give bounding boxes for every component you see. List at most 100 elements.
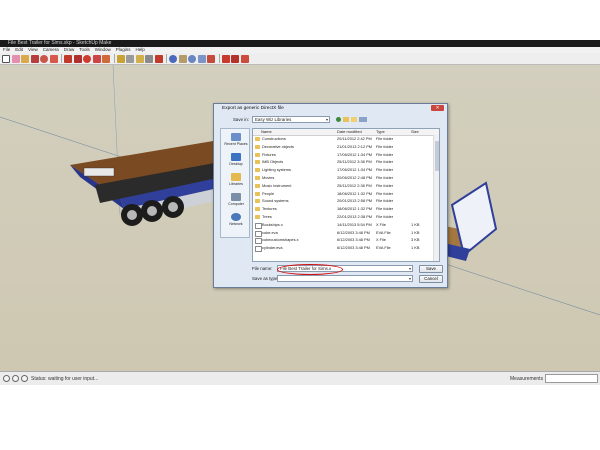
date-cell: 21/01/2013 2:12 PM: [337, 143, 373, 149]
nav-toolbar: [336, 116, 376, 123]
warehouse-icon[interactable]: [221, 54, 230, 63]
zoom-extents-icon[interactable]: [207, 54, 215, 63]
save-button[interactable]: Save: [419, 265, 443, 273]
file-row[interactable]: Movies 20/06/2012 2:48 PM File folder: [253, 175, 433, 181]
file-row[interactable]: Lighting systems 17/06/2012 1:34 PM File f…: [253, 167, 433, 173]
column-name[interactable]: Name: [261, 129, 272, 135]
zoom-window-icon[interactable]: [197, 54, 206, 63]
file-name-cell: Constructions: [262, 136, 286, 141]
date-cell: 17/06/2012 1:34 PM: [337, 167, 373, 173]
date-cell: 20/01/2013 2:58 PM: [337, 198, 373, 204]
save-type-select[interactable]: ▾: [277, 275, 413, 282]
credits-icon[interactable]: [12, 375, 19, 382]
file-row[interactable]: Constructions 20/11/2012 2:42 PM File fold…: [253, 136, 433, 142]
pushpull-icon[interactable]: [64, 54, 72, 63]
file-row[interactable]: People 18/06/2012 1:32 PM File folder: [253, 191, 433, 197]
column-type[interactable]: Type: [376, 129, 385, 135]
chevron-down-icon: ▾: [408, 266, 411, 271]
dimension-icon[interactable]: [126, 54, 134, 63]
pencil-icon[interactable]: [21, 54, 29, 63]
date-cell: 17/06/2012 1:34 PM: [337, 151, 373, 157]
shape-icon[interactable]: [49, 54, 58, 63]
folder-icon: [255, 215, 260, 219]
text-icon[interactable]: [145, 54, 153, 63]
folder-icon: [255, 160, 260, 165]
measurements-field[interactable]: [545, 374, 598, 383]
file-row[interactable]: IMB Objects 25/11/2012 3:38 PM File folder: [253, 159, 433, 165]
file-row[interactable]: cube.eva 6/12/2003 3:48 PM EVA File 1 KB: [253, 229, 433, 237]
help-icon[interactable]: [21, 375, 28, 382]
date-cell: 22/01/2013 2:38 PM: [337, 214, 373, 219]
protractor-icon[interactable]: [135, 54, 144, 63]
trailer-checker-strip: [83, 167, 115, 177]
back-icon[interactable]: [336, 117, 341, 122]
type-cell: File folder: [376, 159, 394, 165]
file-row[interactable]: Trees 22/01/2013 2:38 PM File folder: [253, 214, 433, 220]
file-name-cell: Trees: [262, 214, 272, 219]
geolocation-icon[interactable]: [3, 375, 10, 382]
tape-icon[interactable]: [116, 54, 125, 63]
cancel-button[interactable]: Cancel: [419, 275, 443, 283]
folder-icon: [255, 152, 260, 157]
date-cell: 20/11/2012 2:42 PM: [337, 136, 372, 141]
new-folder-icon[interactable]: [351, 117, 357, 122]
orbit-icon[interactable]: [169, 54, 177, 63]
date-cell: 20/06/2012 2:48 PM: [337, 175, 373, 180]
file-name-cell: IMB Objects: [262, 159, 284, 165]
move-icon[interactable]: [73, 54, 82, 63]
file-row[interactable]: Decorative objects 21/01/2013 2:12 PM File…: [253, 144, 433, 150]
size-cell: 3 KB: [411, 237, 420, 243]
file-row[interactable]: Music instrument 25/11/2012 2:38 PM File f…: [253, 183, 433, 189]
save-in-label: Save in:: [233, 117, 249, 122]
size-cell: 1 KB: [411, 229, 420, 235]
pan-icon[interactable]: [178, 54, 187, 63]
zoom-icon[interactable]: [188, 54, 196, 63]
places-bar: Recent Places Desktop Libraries Computer…: [220, 128, 250, 238]
status-bar: Status: waiting for user input... Measur…: [0, 371, 600, 385]
file-list-scrollbar[interactable]: [433, 135, 439, 261]
line-icon[interactable]: [30, 54, 39, 63]
eraser-icon[interactable]: [11, 54, 20, 63]
place-recent[interactable]: Recent Places: [221, 133, 251, 146]
scale-icon[interactable]: [92, 54, 101, 63]
file-row[interactable]: cubecustomshapes.x 6/12/2003 3:48 PM X Fil…: [253, 237, 433, 245]
date-cell: 6/12/2003 3:48 PM: [337, 229, 370, 235]
place-network[interactable]: Network: [221, 213, 251, 226]
file-list[interactable]: Name Date modified Type Size Constructio…: [252, 128, 440, 262]
select-icon[interactable]: [2, 54, 10, 63]
offset-icon[interactable]: [102, 54, 110, 63]
components-icon[interactable]: [231, 54, 239, 63]
place-desktop[interactable]: Desktop: [221, 153, 251, 166]
type-cell: File folder: [376, 198, 394, 204]
close-icon[interactable]: ✕: [431, 105, 444, 111]
file-row[interactable]: cylinder.eva 6/12/2003 3:48 PM EVA File 1 K…: [253, 245, 433, 253]
folder-icon: [255, 168, 260, 173]
date-cell: 25/11/2012 2:38 PM: [337, 182, 372, 188]
save-in-select[interactable]: Easy Wiz Libraries ▾: [252, 116, 330, 123]
network-icon: [231, 213, 241, 221]
type-cell: File folder: [376, 136, 394, 141]
file-row[interactable]: Textures 18/06/2012 1:32 PM File folder: [253, 206, 433, 212]
up-folder-icon[interactable]: [343, 117, 349, 122]
file-icon: [255, 238, 262, 245]
column-size[interactable]: Size: [411, 129, 419, 135]
file-row[interactable]: Sound systems 20/01/2013 2:58 PM File fold…: [253, 198, 433, 204]
date-cell: 6/12/2003 3:48 PM: [337, 245, 370, 251]
file-row[interactable]: Fixtures 17/06/2012 1:34 PM File folder: [253, 152, 433, 158]
export-dialog: Export as generic DirectX file ✕ Save in…: [213, 103, 448, 288]
type-cell: File folder: [376, 143, 394, 149]
recent-places-icon: [231, 133, 241, 141]
file-name-cell: Movies: [262, 175, 275, 180]
file-name-cell: Sound systems: [262, 198, 289, 204]
place-libraries[interactable]: Libraries: [221, 173, 251, 186]
arc-icon[interactable]: [40, 54, 48, 63]
scrollbar-thumb[interactable]: [434, 141, 439, 171]
axes-icon[interactable]: [154, 54, 163, 63]
type-cell: File folder: [376, 190, 394, 196]
view-menu-icon[interactable]: [359, 117, 367, 122]
column-date[interactable]: Date modified: [337, 129, 362, 135]
share-icon[interactable]: [240, 54, 249, 63]
rotate-icon[interactable]: [83, 54, 91, 63]
place-computer[interactable]: Computer: [221, 193, 251, 206]
file-row[interactable]: Bockships.x 14/11/2013 5:54 PM X File 1 KB: [253, 222, 433, 229]
